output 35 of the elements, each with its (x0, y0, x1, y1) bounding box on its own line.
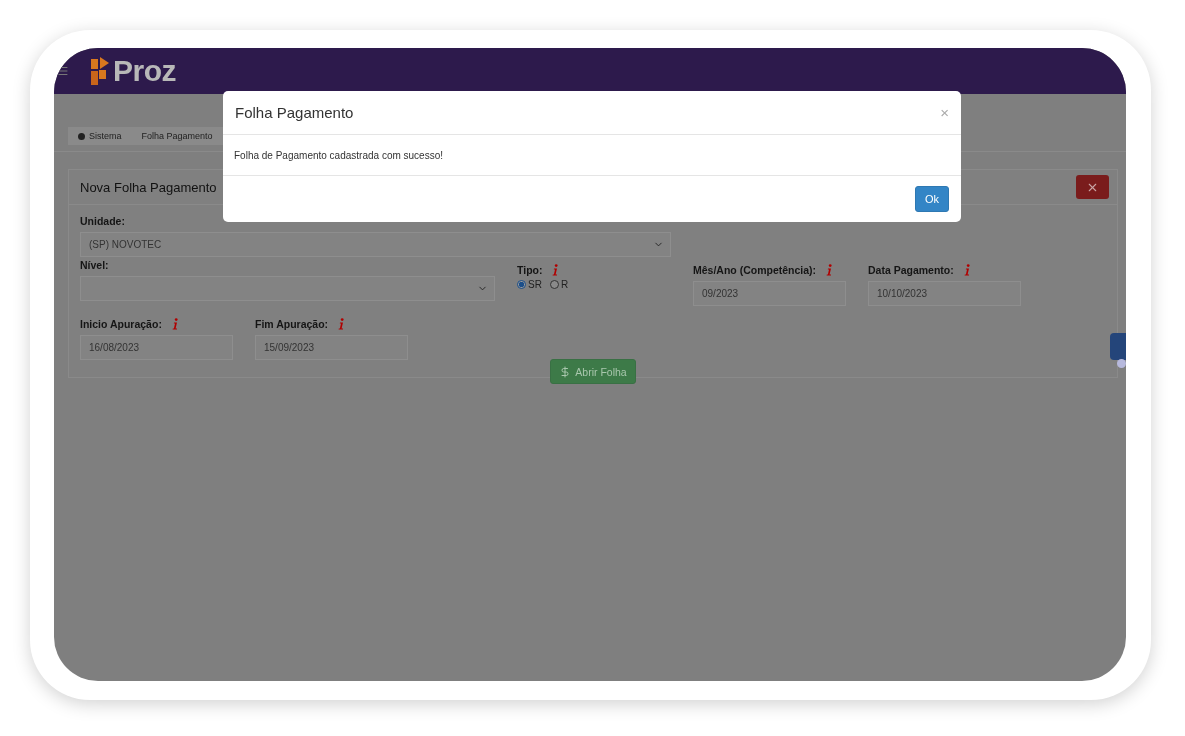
date-field[interactable]: 16/08/2023 (80, 335, 233, 360)
date-field[interactable]: 10/10/2023 (868, 281, 1021, 306)
ok-button[interactable]: Ok (915, 186, 949, 212)
field-label: Tipo: (517, 263, 543, 276)
handle-icon[interactable] (1117, 359, 1126, 368)
modal-title: Folha Pagamento (235, 104, 354, 121)
select-field[interactable]: (SP) NOVOTEC (80, 232, 671, 257)
close-button[interactable]: × (940, 104, 949, 121)
info-icon (552, 263, 559, 276)
date-field[interactable]: 09/2023 (693, 281, 846, 306)
logo-icon (91, 57, 109, 85)
field-label: Nível: (80, 258, 109, 271)
info-icon (963, 263, 970, 276)
field-label: Inicio Apuração: (80, 317, 162, 330)
info-icon (826, 263, 833, 276)
select-field[interactable] (80, 276, 495, 301)
field-label: Fim Apuração: (255, 317, 329, 330)
dollar-icon (559, 365, 572, 378)
circle-icon (78, 132, 85, 140)
info-icon (171, 317, 178, 330)
info-icon (338, 317, 345, 330)
radio-option[interactable]: SR (517, 279, 542, 290)
breadcrumb-item[interactable]: Sistema (68, 127, 132, 145)
field-label: Mês/Ano (Competência): (693, 263, 817, 276)
panel-title: Nova Folha Pagamento (80, 179, 217, 195)
radio-option[interactable]: R (549, 279, 569, 290)
date-field[interactable]: 15/09/2023 (255, 335, 408, 360)
open-sheet-button[interactable]: Abrir Folha (550, 359, 636, 384)
menu-icon[interactable] (57, 65, 69, 77)
field-label: Unidade: (80, 214, 125, 227)
brand-name: Proz (113, 54, 176, 88)
close-button[interactable] (1076, 175, 1109, 199)
field-label: Data Pagamento: (868, 263, 954, 276)
modal-message: Folha de Pagamento cadastrada com sucesso! (234, 149, 443, 161)
breadcrumb-item[interactable]: Folha Pagamento (131, 127, 223, 145)
